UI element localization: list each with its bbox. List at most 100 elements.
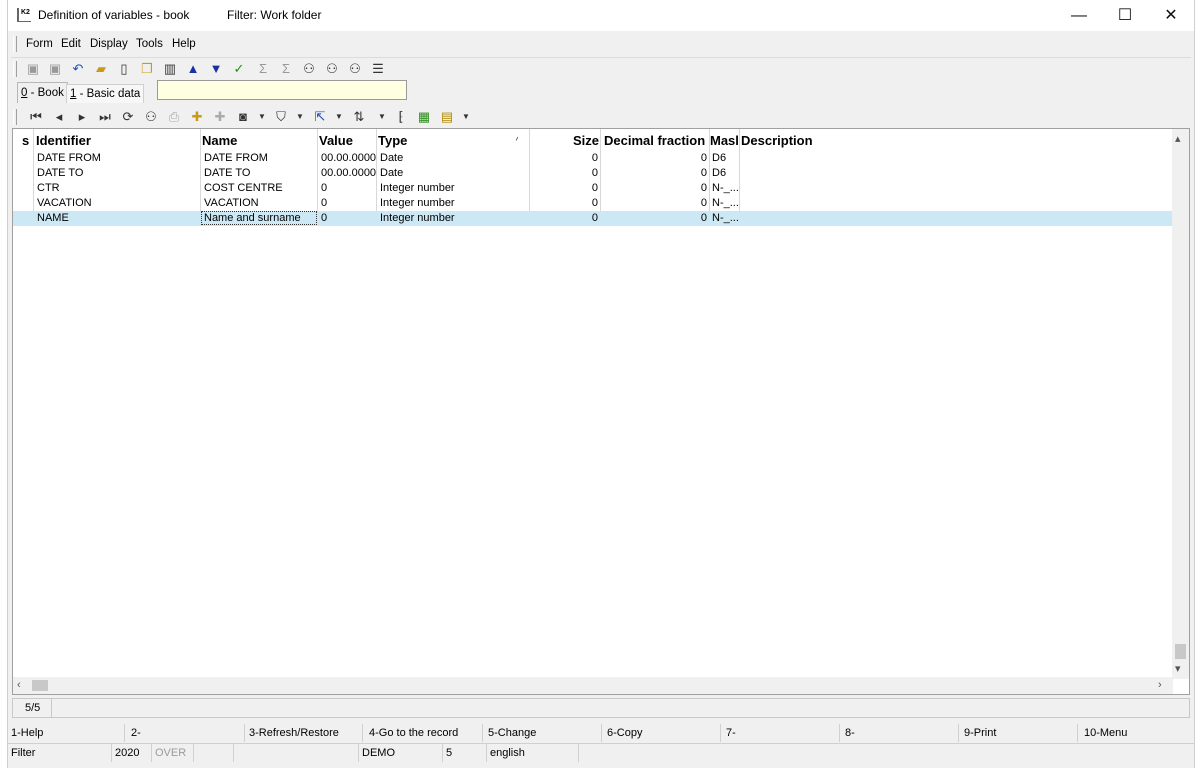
- fkey-5-change[interactable]: 5-Change: [485, 724, 602, 742]
- cell-decimal-fraction: 0: [700, 182, 707, 194]
- fkey-1-help[interactable]: 1-Help: [8, 724, 125, 742]
- cell-size: 0: [591, 152, 598, 164]
- check-icon[interactable]: ✓: [231, 61, 247, 77]
- excel-icon[interactable]: ▦: [416, 109, 432, 125]
- vertical-scroll-thumb[interactable]: [1175, 644, 1186, 659]
- bottom-status-bar: Filter 2020 OVER DEMO 5 english: [8, 743, 1194, 762]
- maximize-button[interactable]: ☐: [1102, 0, 1148, 31]
- menu-form[interactable]: Form: [26, 38, 53, 50]
- arrow-up-icon[interactable]: ▲: [185, 61, 201, 77]
- cell-value: 0: [321, 212, 328, 224]
- book-icon[interactable]: ▥: [162, 61, 178, 77]
- scroll-up-icon[interactable]: ▴: [1175, 132, 1181, 146]
- status-mode: Filter: [8, 744, 112, 762]
- column-header-size[interactable]: Size: [531, 133, 599, 148]
- last-record-icon[interactable]: ⏭: [97, 109, 113, 125]
- menu-tools[interactable]: Tools: [136, 38, 163, 50]
- cell-mask: N-_...: [712, 197, 739, 209]
- camera-dropdown-icon[interactable]: ▼: [254, 109, 270, 125]
- column-header-name[interactable]: Name: [202, 133, 237, 148]
- search-field[interactable]: [157, 80, 407, 100]
- open-folder-icon[interactable]: ▰: [93, 61, 109, 77]
- save-icon[interactable]: ▣: [25, 61, 41, 77]
- table-row[interactable]: VACATION VACATION 0 Integer number 0 0 N…: [13, 196, 1173, 211]
- menu-display[interactable]: Display: [90, 38, 128, 50]
- export-dropdown-icon[interactable]: ▼: [331, 109, 347, 125]
- vertical-scrollbar[interactable]: ▴ ▾: [1172, 129, 1189, 679]
- toolbar-grip: [13, 61, 17, 77]
- sort-dropdown-icon[interactable]: ▼: [374, 109, 390, 125]
- filter-icon[interactable]: ⛉: [273, 109, 289, 125]
- minimize-button[interactable]: —: [1056, 0, 1102, 31]
- table-row-selected[interactable]: NAME Name and surname 0 Integer number 0…: [13, 211, 1173, 226]
- cell-value: 00.00.0000: [321, 167, 376, 179]
- table-row[interactable]: CTR COST CENTRE 0 Integer number 0 0 N-_…: [13, 181, 1173, 196]
- scroll-right-icon[interactable]: ›: [1158, 678, 1162, 692]
- table-row[interactable]: DATE TO DATE TO 00.00.0000 Date 0 0 D6: [13, 166, 1173, 181]
- cell-name[interactable]: Name and surname: [204, 212, 314, 225]
- menu-help[interactable]: Help: [172, 38, 196, 50]
- sort-icon[interactable]: ⇅: [351, 109, 367, 125]
- fkey-2[interactable]: 2-: [128, 724, 245, 742]
- copy-document-icon[interactable]: ❐: [139, 61, 155, 77]
- sort-indicator-icon: ⁄: [516, 135, 518, 145]
- print-icon[interactable]: ⎙: [166, 109, 182, 125]
- fkey-9-print[interactable]: 9-Print: [961, 724, 1078, 742]
- fkey-3-refresh[interactable]: 3-Refresh/Restore: [246, 724, 363, 742]
- sum-filter-icon[interactable]: Σ: [278, 61, 294, 77]
- fkey-7[interactable]: 7-: [723, 724, 840, 742]
- cell-mask: N-_...: [712, 212, 739, 224]
- save-as-icon[interactable]: ▣: [47, 61, 63, 77]
- remove-bookmark-icon[interactable]: ✚: [212, 109, 228, 125]
- fkey-8[interactable]: 8-: [842, 724, 959, 742]
- fkey-10-menu[interactable]: 10-Menu: [1081, 724, 1198, 742]
- add-bookmark-icon[interactable]: ✚: [189, 109, 205, 125]
- sum-icon[interactable]: Σ: [255, 61, 271, 77]
- cell-size: 0: [591, 167, 598, 179]
- maximize-icon: ☐: [1117, 7, 1133, 24]
- cell-identifier: DATE FROM: [37, 152, 101, 164]
- scroll-down-icon[interactable]: ▾: [1175, 662, 1181, 676]
- menu-lines-icon[interactable]: ☰: [370, 61, 386, 77]
- column-header-type[interactable]: Type: [378, 133, 407, 148]
- find-icon[interactable]: ⚇: [301, 61, 317, 77]
- close-button[interactable]: ✕: [1148, 0, 1194, 31]
- status-database: DEMO: [359, 744, 443, 762]
- binoculars-icon[interactable]: ⚇: [143, 109, 159, 125]
- first-record-icon[interactable]: ⏮: [28, 109, 44, 125]
- camera-icon[interactable]: ◙: [235, 109, 251, 125]
- tab-basic-data[interactable]: 1 - Basic data: [66, 84, 145, 103]
- fkey-6-copy[interactable]: 6-Copy: [604, 724, 721, 742]
- horizontal-scroll-thumb[interactable]: [32, 680, 48, 691]
- next-record-icon[interactable]: ▸: [74, 109, 90, 125]
- find-next-icon[interactable]: ⚇: [324, 61, 340, 77]
- menu-edit[interactable]: Edit: [61, 38, 81, 50]
- table-row[interactable]: DATE FROM DATE FROM 00.00.0000 Date 0 0 …: [13, 151, 1173, 166]
- status-language: english: [487, 744, 579, 762]
- previous-record-icon[interactable]: ◂: [51, 109, 67, 125]
- undo-icon[interactable]: ↶: [70, 61, 86, 77]
- tab-book[interactable]: 0 - Book: [17, 82, 68, 103]
- filter-dropdown-icon[interactable]: ▼: [292, 109, 308, 125]
- cell-decimal-fraction: 0: [700, 152, 707, 164]
- notes-dropdown-icon[interactable]: ▼: [458, 109, 474, 125]
- column-header-mask[interactable]: Masl: [710, 133, 740, 148]
- cell-type: Integer number: [380, 197, 455, 209]
- fkey-4-go-to-record[interactable]: 4-Go to the record: [366, 724, 483, 742]
- column-header-identifier[interactable]: Identifier: [36, 133, 91, 148]
- column-header-value[interactable]: Value: [319, 133, 353, 148]
- find-replace-icon[interactable]: ⚇: [347, 61, 363, 77]
- column-header-s[interactable]: s: [22, 133, 29, 148]
- cell-type: Date: [380, 152, 404, 164]
- horizontal-scrollbar[interactable]: ‹ ›: [13, 677, 1173, 694]
- scroll-left-icon[interactable]: ‹: [17, 678, 21, 692]
- export-icon[interactable]: ⇱: [312, 109, 328, 125]
- columns-icon[interactable]: ⁅: [393, 109, 409, 125]
- new-document-icon[interactable]: ▯: [116, 61, 132, 77]
- notes-icon[interactable]: ▤: [439, 109, 455, 125]
- column-header-decimal-fraction[interactable]: Decimal fraction: [604, 133, 705, 148]
- arrow-down-icon[interactable]: ▼: [208, 61, 224, 77]
- refresh-icon[interactable]: ⟳: [120, 109, 136, 125]
- column-header-description[interactable]: Description: [741, 133, 813, 148]
- grid-toolbar-grip: [13, 109, 17, 125]
